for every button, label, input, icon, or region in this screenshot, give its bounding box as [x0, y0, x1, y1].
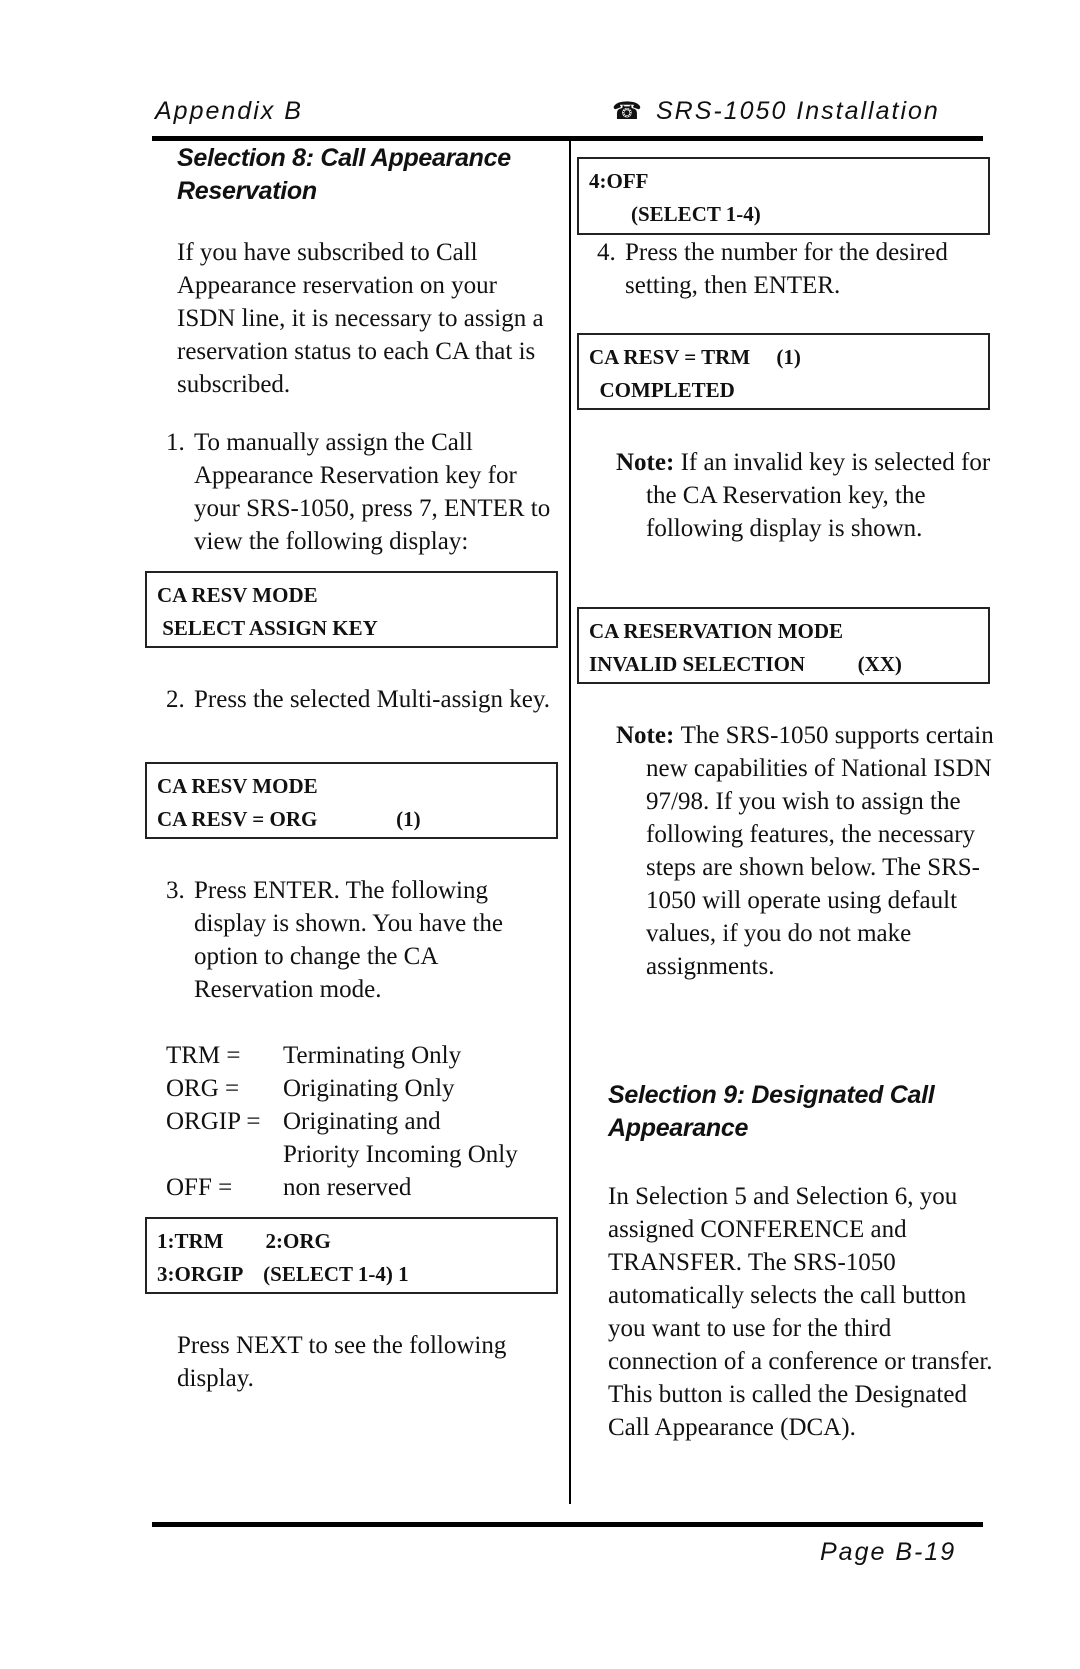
note-invalid-key: Note: If an invalid key is selected for … — [616, 446, 1021, 545]
step-3: 3. Press ENTER. The following display is… — [166, 874, 561, 1006]
step-text: Press ENTER. The following display is sh… — [194, 877, 504, 1003]
page-number: Page B-19 — [820, 1538, 957, 1566]
step-number: 4. — [597, 239, 616, 266]
mode-definitions: TRM = Terminating Only ORG = Originating O… — [166, 1039, 566, 1204]
note-text: The SRS-1050 supports certain new capabi… — [646, 722, 994, 980]
display-line: (SELECT 1-4) — [589, 202, 761, 226]
definition-key — [166, 1138, 283, 1171]
display-line: INVALID SELECTION (XX) — [589, 652, 902, 676]
note-isdn-capabilities: Note: The SRS-1050 supports certain new … — [616, 719, 1021, 983]
display-line: 1:TRM 2:ORG — [157, 1229, 331, 1253]
step-1: 1. To manually assign the Call Appearanc… — [166, 426, 561, 558]
header-title: SRS-1050 Installation — [656, 97, 940, 125]
dca-paragraph: In Selection 5 and Selection 6, you assi… — [608, 1183, 993, 1441]
definition-value: Priority Incoming Only — [283, 1141, 518, 1168]
step-2: 2. Press the selected Multi-assign key. — [166, 683, 561, 716]
section-heading-selection-9: Selection 9: Designated Call Appearance — [608, 1079, 998, 1145]
definition-row: ORGIP = Originating and — [166, 1105, 566, 1138]
definition-key: TRM = — [166, 1042, 241, 1069]
display-line: CA RESERVATION MODE — [589, 619, 844, 643]
definition-row: Priority Incoming Only — [166, 1138, 566, 1171]
intro-paragraph: If you have subscribed to Call Appearanc… — [177, 239, 544, 398]
section-heading-selection-8: Selection 8: Call Appearance Reservation — [177, 142, 557, 208]
lcd-display-3: 1:TRM 2:ORG 3:ORGIP (SELECT 1-4) 1 — [145, 1217, 558, 1294]
heading-line: Selection 9: Designated Call — [608, 1081, 935, 1109]
display-line: COMPLETED — [589, 378, 735, 402]
definition-row: OFF = non reserved — [166, 1171, 566, 1204]
display-line: CA RESV MODE — [157, 583, 318, 607]
definition-value: Originating Only — [283, 1075, 455, 1102]
note-label: Note: — [616, 722, 675, 749]
definition-value: non reserved — [283, 1174, 412, 1201]
header-rule — [152, 136, 983, 141]
display-line: CA RESV MODE — [157, 774, 318, 798]
step-text: To manually assign the Call Appearance R… — [194, 429, 551, 555]
lcd-display-4: 4:OFF (SELECT 1-4) — [577, 157, 990, 235]
definition-key: ORG = — [166, 1075, 240, 1102]
display-line: 3:ORGIP (SELECT 1-4) 1 — [157, 1262, 409, 1286]
lcd-display-6: CA RESERVATION MODE INVALID SELECTION (X… — [577, 607, 990, 684]
definition-value: Originating and — [283, 1108, 441, 1135]
display-line: CA RESV = ORG (1) — [157, 807, 421, 831]
definition-key: OFF = — [166, 1174, 233, 1201]
next-instruction: Press NEXT to see the following display. — [177, 1332, 507, 1392]
display-line: SELECT ASSIGN KEY — [157, 616, 378, 640]
telephone-icon: ☎ — [612, 97, 642, 125]
lcd-display-1: CA RESV MODE SELECT ASSIGN KEY — [145, 571, 558, 648]
step-number: 2. — [166, 686, 185, 713]
heading-line: Appearance — [608, 1114, 749, 1142]
heading-line: Reservation — [177, 177, 317, 205]
step-4: 4. Press the number for the desired sett… — [597, 236, 997, 302]
note-text: If an invalid key is selected for the CA… — [646, 449, 991, 542]
display-line: CA RESV = TRM (1) — [589, 345, 801, 369]
column-divider — [569, 140, 571, 1504]
header-section-label: Appendix B — [155, 97, 303, 125]
definition-value: Terminating Only — [283, 1042, 462, 1069]
note-label: Note: — [616, 449, 675, 476]
footer-rule — [152, 1522, 983, 1527]
step-text: Press the number for the desired setting… — [625, 239, 948, 299]
lcd-display-5: CA RESV = TRM (1) COMPLETED — [577, 333, 990, 410]
definition-key: ORGIP = — [166, 1108, 261, 1135]
definition-row: ORG = Originating Only — [166, 1072, 566, 1105]
definition-row: TRM = Terminating Only — [166, 1039, 566, 1072]
display-line: 4:OFF — [589, 169, 649, 193]
heading-line: Selection 8: Call Appearance — [177, 144, 511, 172]
step-number: 1. — [166, 429, 185, 456]
step-number: 3. — [166, 877, 185, 904]
step-text: Press the selected Multi-assign key. — [194, 686, 550, 713]
lcd-display-2: CA RESV MODE CA RESV = ORG (1) — [145, 762, 558, 839]
